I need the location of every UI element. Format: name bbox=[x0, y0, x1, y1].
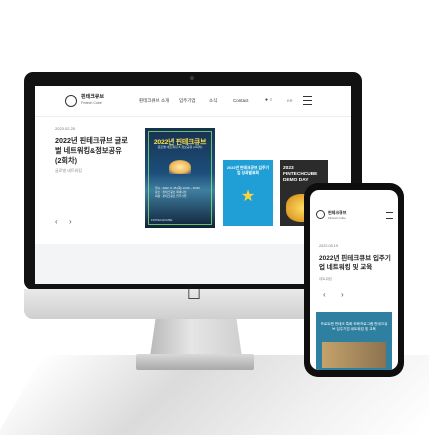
imac-stand bbox=[150, 319, 242, 357]
apple-logo-icon:  bbox=[183, 282, 205, 304]
hamburger-menu-icon[interactable] bbox=[303, 96, 312, 105]
mobile-slider-next-button[interactable]: › bbox=[341, 290, 344, 299]
poster-detail-line: 대상 : 핀테크큐브 입주기업 bbox=[155, 194, 187, 198]
hamburger-menu-icon[interactable] bbox=[386, 212, 393, 219]
mobile-card-image bbox=[322, 342, 386, 368]
slider-prev-button[interactable]: ‹ bbox=[55, 217, 58, 226]
nav-contact[interactable]: Contact bbox=[233, 98, 249, 103]
nav-about[interactable]: 핀테크큐브 소개 bbox=[139, 98, 169, 104]
post-date: 2023.02.25 bbox=[55, 126, 76, 131]
mobile-post-category: 네트워킹 bbox=[319, 277, 332, 281]
mobile-logo-sub: Fintech Cube bbox=[328, 216, 346, 220]
trophy-icon: ★ bbox=[240, 188, 256, 205]
poster-main-subtitle: 글로벌 네트워킹 & 정보공유 (2회차) bbox=[157, 145, 203, 149]
poster-footer: FINTECHCUBE bbox=[151, 218, 173, 222]
slider-next-button[interactable]: › bbox=[69, 217, 72, 226]
nav-news[interactable]: 소식 bbox=[209, 98, 217, 104]
poster-2[interactable]: 2022년 핀테크큐브 입주기업 성과발표회 ★ bbox=[223, 160, 273, 226]
camera-icon bbox=[190, 76, 194, 80]
site-logo-text[interactable]: 핀테크큐브 bbox=[81, 94, 104, 100]
poster-2-title: 2022년 핀테크큐브 입주기업 성과발표회 bbox=[227, 166, 269, 175]
site-logo-sub: Fintech Cube bbox=[81, 101, 102, 105]
mobile-slider-prev-button[interactable]: ‹ bbox=[323, 290, 326, 299]
language-selector[interactable]: KR bbox=[287, 98, 293, 103]
mobile-post-title[interactable]: 2022년 핀테크큐브 입주기업 네트워킹 및 교육 bbox=[319, 254, 393, 272]
imac-base bbox=[136, 354, 254, 370]
mobile-website: 핀테크큐브 Fintech Cube 2022.05.19 2022년 핀테크큐… bbox=[310, 190, 398, 370]
mobile-post-card[interactable]: 프로트랜 핀테크 특화 보육프로그램 핀테크큐브 입주기업 네트워킹 및 교육 bbox=[316, 312, 392, 370]
post-category: 글로벌 네트워킹 bbox=[55, 168, 82, 173]
nav-companies[interactable]: 입주기업 bbox=[179, 98, 196, 104]
poster-details: 일시 : 2022. 8. 25.(목) 14:00 ~ 15:00 장소 : … bbox=[155, 186, 205, 198]
cube-logo-icon[interactable] bbox=[316, 210, 325, 219]
mobile-post-date: 2022.05.19 bbox=[319, 244, 339, 248]
mobile-card-title: 프로트랜 핀테크 특화 보육프로그램 핀테크큐브 입주기업 네트워킹 및 교육 bbox=[320, 322, 388, 331]
poster-3-title: 2023 FINTECHCUBE DEMO DAY bbox=[283, 166, 318, 183]
post-title[interactable]: 2022년 핀테크큐브 글로벌 네트워킹&정보공유 (2회차) bbox=[55, 136, 129, 166]
cube-logo-icon[interactable] bbox=[65, 95, 77, 107]
site-header: 핀테크큐브 Fintech Cube 핀테크큐브 소개 입주기업 소식 Cont… bbox=[35, 86, 351, 117]
poster-main[interactable]: 2022년 핀테크큐브 글로벌 네트워킹 & 정보공유 (2회차) 일시 : 2… bbox=[145, 128, 215, 228]
social-icons[interactable]: ● ○ bbox=[265, 97, 272, 103]
sunset-illustration bbox=[169, 160, 191, 174]
